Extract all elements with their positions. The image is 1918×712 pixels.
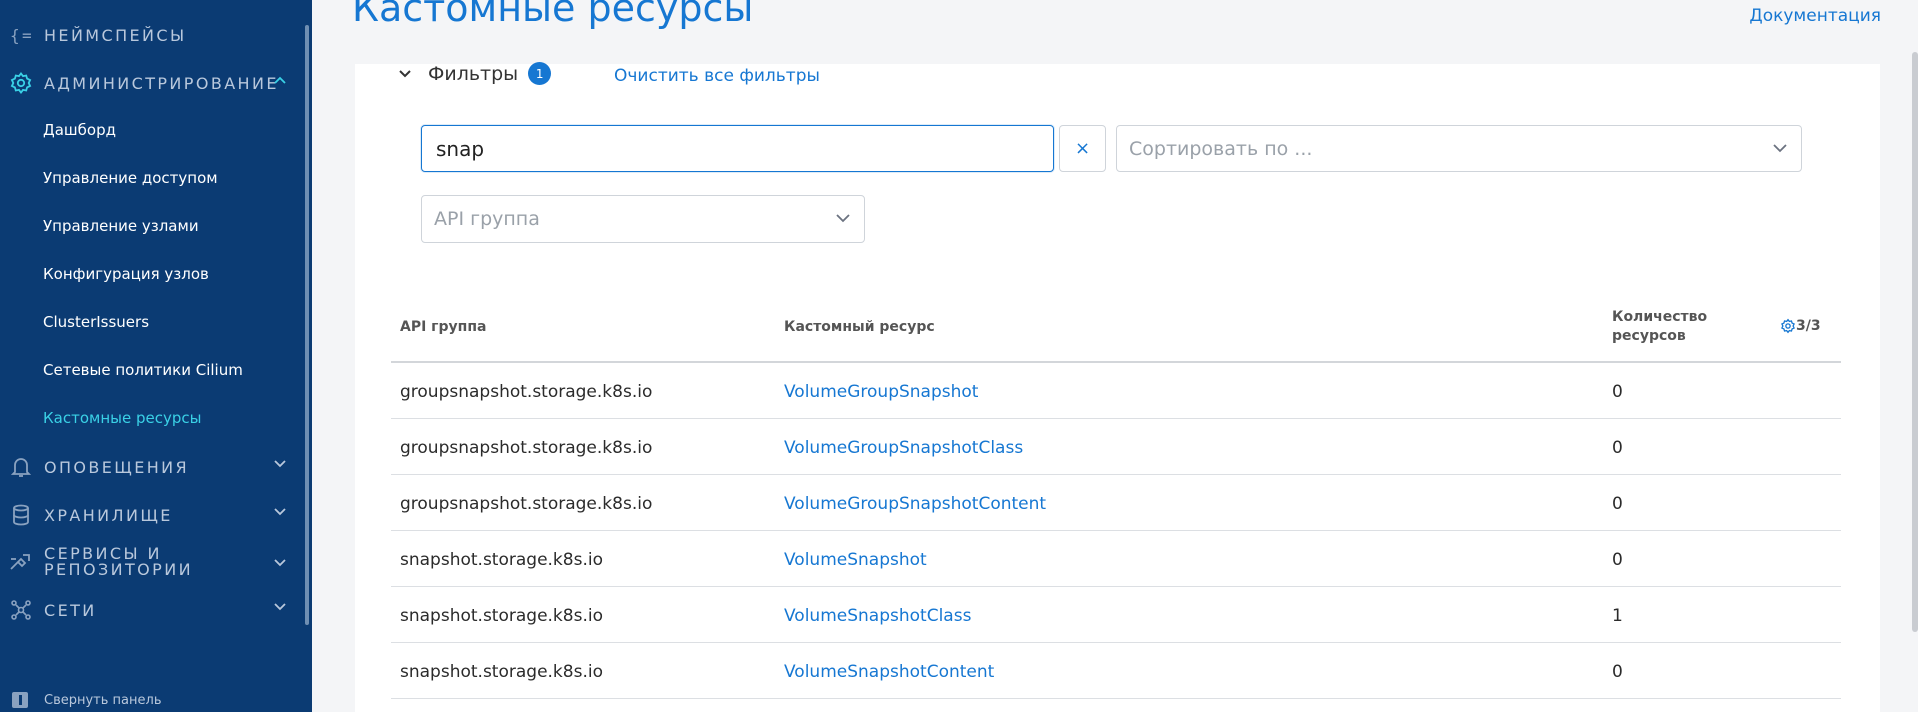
- cell-api-group: groupsnapshot.storage.k8s.io: [400, 382, 653, 402]
- sidebar-item-label: Кастомные ресурсы: [43, 409, 202, 427]
- sidebar-item-node-management[interactable]: Управление узлами: [43, 217, 343, 235]
- cell-api-group: snapshot.storage.k8s.io: [400, 550, 603, 570]
- braces-icon: {=}: [8, 22, 34, 48]
- chevron-down-icon[interactable]: [274, 505, 286, 520]
- sidebar-section-networks[interactable]: Сети: [0, 597, 300, 623]
- cell-api-group: groupsnapshot.storage.k8s.io: [400, 494, 653, 514]
- filters-label: Фильтры: [428, 62, 519, 85]
- svg-text:{=}: {=}: [10, 26, 32, 44]
- sidebar-section-label: Сервисы и репозитории: [44, 546, 193, 578]
- sidebar-section-services[interactable]: Сервисы и репозитории: [0, 546, 300, 578]
- cell-count: 0: [1612, 662, 1623, 682]
- cell-count: 0: [1612, 438, 1623, 458]
- documentation-link[interactable]: Документация: [1749, 6, 1881, 26]
- sidebar: {=} Неймспейсы Администрирование Дашборд…: [0, 0, 312, 712]
- search-input[interactable]: [421, 125, 1054, 172]
- custom-resources-table: API группа Кастомный ресурс Количество р…: [391, 298, 1841, 699]
- sidebar-item-clusterissuers[interactable]: ClusterIssuers: [43, 313, 343, 331]
- column-settings-button[interactable]: 3/3: [1780, 318, 1821, 334]
- sidebar-section-label: Хранилище: [44, 505, 173, 525]
- chevron-down-icon[interactable]: [274, 600, 286, 615]
- cell-resource-link[interactable]: VolumeSnapshotContent: [784, 662, 994, 682]
- database-icon: [8, 502, 34, 528]
- network-icon: [8, 597, 34, 623]
- cell-api-group: groupsnapshot.storage.k8s.io: [400, 438, 653, 458]
- api-group-select[interactable]: API группа: [421, 195, 865, 243]
- chevron-down-icon: [1773, 143, 1787, 152]
- column-header-api-group[interactable]: API группа: [400, 319, 486, 335]
- cell-resource-link[interactable]: VolumeGroupSnapshot: [784, 382, 978, 402]
- gear-icon: [1781, 318, 1795, 334]
- sidebar-section-storage[interactable]: Хранилище: [0, 502, 300, 528]
- chevron-down-icon[interactable]: [274, 556, 286, 572]
- sidebar-item-label: Управление доступом: [43, 169, 218, 187]
- bell-icon: [8, 454, 34, 480]
- sidebar-item-label: ClusterIssuers: [43, 313, 150, 331]
- cell-count: 0: [1612, 494, 1623, 514]
- gear-icon: [8, 70, 34, 96]
- sidebar-section-administration[interactable]: Администрирование: [0, 70, 300, 96]
- column-header-resource-count[interactable]: Количество ресурсов: [1612, 308, 1707, 346]
- page-scrollbar[interactable]: [1912, 52, 1918, 632]
- page-title: Кастомные ресурсы: [352, 0, 754, 30]
- sidebar-section-namespaces[interactable]: {=} Неймспейсы: [0, 22, 300, 48]
- table-row: snapshot.storage.k8s.io VolumeSnapshotCo…: [391, 643, 1841, 699]
- column-header-custom-resource[interactable]: Кастомный ресурс: [784, 319, 935, 335]
- cell-count: 1: [1612, 606, 1623, 626]
- sidebar-section-label: Администрирование: [44, 73, 279, 93]
- cell-count: 0: [1612, 550, 1623, 570]
- filters-count-badge: 1: [528, 62, 552, 85]
- chevron-up-icon[interactable]: [274, 73, 286, 88]
- cell-count: 0: [1612, 382, 1623, 402]
- sidebar-section-alerts[interactable]: Оповещения: [0, 454, 300, 480]
- cell-api-group: snapshot.storage.k8s.io: [400, 606, 603, 626]
- chevron-down-icon: [836, 214, 850, 223]
- sidebar-item-label: Управление узлами: [43, 217, 199, 235]
- cell-resource-link[interactable]: VolumeGroupSnapshotContent: [784, 494, 1046, 514]
- table-header: API группа Кастомный ресурс Количество р…: [391, 298, 1841, 363]
- sidebar-section-label: Оповещения: [44, 457, 190, 477]
- sort-select-placeholder: Сортировать по ...: [1129, 137, 1313, 160]
- table-row: groupsnapshot.storage.k8s.io VolumeGroup…: [391, 363, 1841, 419]
- sidebar-item-label: Дашборд: [43, 121, 116, 139]
- tools-icon: [8, 549, 34, 575]
- collapse-panel-label: Свернуть панель: [44, 692, 162, 708]
- sidebar-item-cilium-policies[interactable]: Сетевые политики Cilium: [43, 361, 343, 379]
- cell-resource-link[interactable]: VolumeSnapshot: [784, 550, 927, 570]
- chevron-down-icon[interactable]: [274, 457, 286, 472]
- sidebar-item-node-configuration[interactable]: Конфигурация узлов: [43, 265, 343, 283]
- sidebar-item-label: Конфигурация узлов: [43, 265, 209, 283]
- sidebar-section-label: Сети: [44, 600, 97, 620]
- cell-resource-link[interactable]: VolumeSnapshotClass: [784, 606, 971, 626]
- collapse-panel-button[interactable]: Свернуть панель: [12, 692, 161, 708]
- clear-all-filters-link[interactable]: Очистить все фильтры: [614, 66, 820, 86]
- sidebar-item-custom-resources[interactable]: Кастомные ресурсы: [43, 409, 343, 427]
- sort-select[interactable]: Сортировать по ...: [1116, 125, 1802, 172]
- table-row: groupsnapshot.storage.k8s.io VolumeGroup…: [391, 475, 1841, 531]
- clear-search-button[interactable]: ×: [1059, 125, 1106, 172]
- table-row: snapshot.storage.k8s.io VolumeSnapshotCl…: [391, 587, 1841, 643]
- chevron-down-icon: [399, 69, 411, 77]
- table-row: snapshot.storage.k8s.io VolumeSnapshot 0: [391, 531, 1841, 587]
- column-count: 3/3: [1796, 318, 1821, 334]
- column-header-line1: Количество: [1612, 309, 1708, 325]
- sidebar-section-label-line2: репозитории: [44, 560, 193, 579]
- close-icon: ×: [1074, 138, 1091, 159]
- filters-toggle[interactable]: Фильтры 1: [398, 62, 552, 85]
- cell-api-group: snapshot.storage.k8s.io: [400, 662, 603, 682]
- collapse-icon: [12, 692, 28, 708]
- sidebar-item-label: Сетевые политики Cilium: [43, 361, 243, 379]
- sidebar-item-access-control[interactable]: Управление доступом: [43, 169, 343, 187]
- cell-resource-link[interactable]: VolumeGroupSnapshotClass: [784, 438, 1023, 458]
- sidebar-item-dashboard[interactable]: Дашборд: [43, 121, 343, 139]
- column-header-line2: ресурсов: [1612, 328, 1686, 344]
- table-row: groupsnapshot.storage.k8s.io VolumeGroup…: [391, 419, 1841, 475]
- api-group-select-placeholder: API группа: [434, 208, 540, 230]
- sidebar-section-label: Неймспейсы: [44, 25, 187, 45]
